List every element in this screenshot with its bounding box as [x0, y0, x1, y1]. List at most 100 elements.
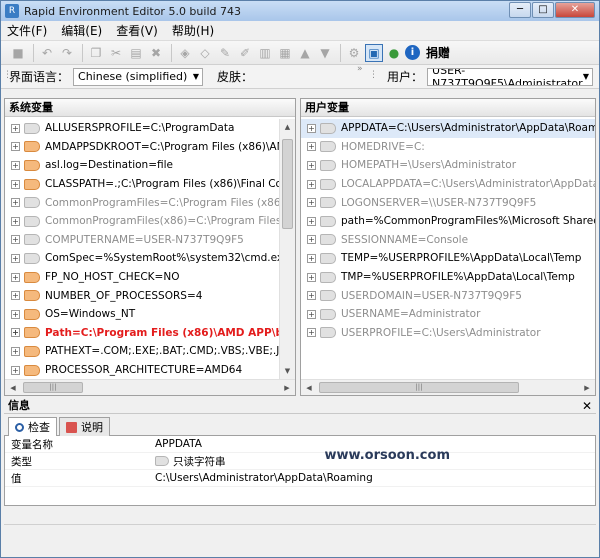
expand-icon[interactable]: + [11, 160, 20, 170]
list-item[interactable]: + TMP=%USERPROFILE%\AppData\Local\Temp [301, 268, 595, 287]
list-item[interactable]: + path=%CommonProgramFiles%\Microsoft Sha… [301, 212, 595, 231]
undo-icon[interactable]: ↶ [38, 44, 56, 62]
expand-icon[interactable]: + [11, 198, 20, 208]
list-item[interactable]: + USERDOMAIN=USER-N737T9Q9F5 [301, 286, 595, 305]
expand-icon[interactable]: + [307, 179, 316, 189]
list-item[interactable]: + APPDATA=C:\Users\Administrator\AppData\… [301, 119, 595, 138]
list-item[interactable]: + CommonProgramFiles(x86)=C:\Program File… [5, 212, 279, 231]
scroll-left-icon[interactable]: ◀ [301, 380, 317, 396]
list-item[interactable]: + LOCALAPPDATA=C:\Users\Administrator\App… [301, 175, 595, 194]
list-item[interactable]: + HOMEPATH=\Users\Administrator [301, 156, 595, 175]
list-item[interactable]: + ALLUSERSPROFILE=C:\ProgramData [5, 119, 279, 138]
edit-icon[interactable]: ✎ [216, 44, 234, 62]
expand-icon[interactable]: + [307, 123, 316, 133]
close-icon[interactable]: ✕ [582, 398, 592, 414]
settings-icon[interactable]: ⚙ [345, 44, 363, 62]
tab-inspect[interactable]: 检查 [8, 417, 57, 436]
paste-icon[interactable]: ▤ [127, 44, 145, 62]
list-item[interactable]: + CLASSPATH=.;C:\Program Files (x86)\Fina… [5, 175, 279, 194]
add-variable-icon[interactable]: ◈ [176, 44, 194, 62]
menu-file[interactable]: 文件(F) [7, 22, 47, 39]
close-button[interactable]: ✕ [555, 2, 595, 18]
expand-icon[interactable]: + [307, 216, 316, 226]
expand-icon[interactable]: + [11, 253, 20, 263]
properties-icon[interactable]: ▥ [256, 44, 274, 62]
list-item[interactable]: + COMPUTERNAME=USER-N737T9Q9F5 [5, 231, 279, 250]
expand-icon[interactable]: + [11, 142, 20, 152]
redo-icon[interactable]: ↷ [58, 44, 76, 62]
expand-icon[interactable]: + [307, 272, 316, 282]
scroll-right-icon[interactable]: ▶ [279, 380, 295, 396]
tab-description[interactable]: 说明 [59, 417, 110, 436]
expand-icon[interactable]: + [11, 328, 20, 338]
scroll-thumb[interactable] [282, 139, 293, 229]
property-row[interactable]: 值 C:\Users\Administrator\AppData\Roaming [5, 470, 595, 487]
expand-icon[interactable]: + [307, 253, 316, 263]
property-row[interactable]: 类型 只读字符串 [5, 453, 595, 470]
minimize-button[interactable]: ─ [509, 2, 531, 18]
list-item[interactable]: + SESSIONNAME=Console [301, 231, 595, 250]
list-item[interactable]: + TEMP=%USERPROFILE%\AppData\Local\Temp [301, 249, 595, 268]
expand-icon[interactable]: + [11, 123, 20, 133]
scroll-right-icon[interactable]: ▶ [579, 380, 595, 396]
expand-icon[interactable]: + [307, 160, 316, 170]
language-select[interactable]: Chinese (simplified) ▼ [73, 67, 204, 86]
list-item[interactable]: + ComSpec=%SystemRoot%\system32\cmd.exe [5, 249, 279, 268]
list-item[interactable]: + LOGONSERVER=\\USER-N737T9Q9F5 [301, 193, 595, 212]
list-item[interactable]: + PATHEXT=.COM;.EXE;.BAT;.CMD;.VBS;.VBE;.… [5, 342, 279, 361]
edit-value-icon[interactable]: ✐ [236, 44, 254, 62]
info-icon[interactable]: i [405, 45, 420, 60]
move-down-icon[interactable]: ▼ [316, 44, 334, 62]
list-item[interactable]: + AMDAPPSDKROOT=C:\Program Files (x86)\AM… [5, 138, 279, 157]
scroll-left-icon[interactable]: ◀ [5, 380, 21, 396]
scroll-thumb[interactable]: ||| [23, 382, 83, 393]
list-item[interactable]: + USERPROFILE=C:\Users\Administrator [301, 324, 595, 343]
menu-view[interactable]: 查看(V) [116, 22, 158, 39]
overflow-icon[interactable]: » [357, 64, 363, 74]
expand-icon[interactable]: + [307, 142, 316, 152]
delete-icon[interactable]: ✖ [147, 44, 165, 62]
property-row[interactable]: 变量名称 APPDATA [5, 436, 595, 453]
expand-icon[interactable]: + [307, 328, 316, 338]
scroll-thumb[interactable]: ||| [319, 382, 519, 393]
vertical-scrollbar[interactable]: ▲ ▼ [279, 119, 295, 379]
globe-icon[interactable]: ● [385, 44, 403, 62]
expand-icon[interactable]: + [11, 179, 20, 189]
list-item[interactable]: + FP_NO_HOST_CHECK=NO [5, 268, 279, 287]
list-item[interactable]: + CommonProgramFiles=C:\Program Files (x8… [5, 193, 279, 212]
list-item[interactable]: + HOMEDRIVE=C: [301, 138, 595, 157]
list-item[interactable]: + PROCESSOR_ARCHITECTURE=AMD64 [5, 361, 279, 379]
donate-button[interactable]: 捐赠 [426, 44, 450, 61]
list-item[interactable]: + NUMBER_OF_PROCESSORS=4 [5, 286, 279, 305]
list-item[interactable]: + USERNAME=Administrator [301, 305, 595, 324]
expand-icon[interactable]: + [11, 235, 20, 245]
horizontal-scrollbar[interactable]: ◀ ||| ▶ [5, 379, 295, 395]
path-icon[interactable]: ▦ [276, 44, 294, 62]
expand-icon[interactable]: + [307, 235, 316, 245]
list-item[interactable]: + asl.log=Destination=file [5, 156, 279, 175]
expand-icon[interactable]: + [11, 216, 20, 226]
expand-icon[interactable]: + [11, 291, 20, 301]
expand-icon[interactable]: + [307, 309, 316, 319]
menu-help[interactable]: 帮助(H) [172, 22, 214, 39]
expand-icon[interactable]: + [11, 365, 20, 375]
menu-edit[interactable]: 编辑(E) [61, 22, 102, 39]
copy-icon[interactable]: ❐ [87, 44, 105, 62]
user-select[interactable]: USER-N737T9Q9F5\Administrator ▼ [427, 67, 594, 86]
expand-icon[interactable]: + [307, 198, 316, 208]
list-item[interactable]: + Path=C:\Program Files (x86)\AMD APP\bin… [5, 324, 279, 343]
list-item[interactable]: + OS=Windows_NT [5, 305, 279, 324]
scroll-down-icon[interactable]: ▼ [280, 363, 295, 379]
scroll-up-icon[interactable]: ▲ [280, 119, 295, 135]
window-icon[interactable]: ▣ [365, 43, 383, 62]
save-icon[interactable]: ■ [9, 44, 27, 62]
add-value-icon[interactable]: ◇ [196, 44, 214, 62]
expand-icon[interactable]: + [11, 309, 20, 319]
expand-icon[interactable]: + [11, 272, 20, 282]
cut-icon[interactable]: ✂ [107, 44, 125, 62]
expand-icon[interactable]: + [11, 346, 20, 356]
horizontal-scrollbar[interactable]: ◀ ||| ▶ [301, 379, 595, 395]
expand-icon[interactable]: + [307, 291, 316, 301]
maximize-button[interactable]: □ [532, 2, 554, 18]
move-up-icon[interactable]: ▲ [296, 44, 314, 62]
